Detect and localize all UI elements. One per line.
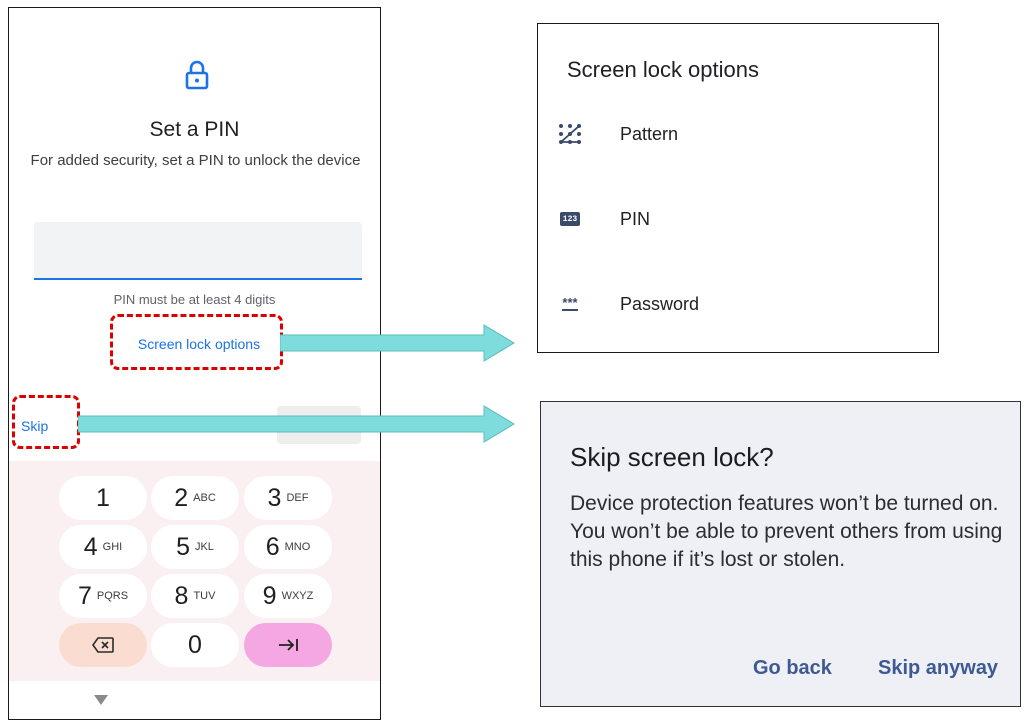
key-0[interactable]: 0 <box>151 623 239 667</box>
pin-keypad: 1 2 ABC 3 DEF 4 GHI 5 JKL 6 MNO 7 PQRS 8 TUV 9W… <box>9 461 380 681</box>
skip-screen-lock-dialog: Skip screen lock? Device protection feat… <box>540 401 1021 707</box>
lock-icon <box>185 60 209 90</box>
go-back-button[interactable]: Go back <box>753 657 832 680</box>
key-8[interactable]: 8 TUV <box>151 574 239 618</box>
page-subtitle: For added security, set a PIN to unlock … <box>30 152 361 169</box>
password-icon: *** <box>562 294 578 311</box>
key-1[interactable]: 1 <box>59 476 147 520</box>
backspace-key[interactable] <box>59 623 147 667</box>
pin-hint: PIN must be at least 4 digits <box>113 292 276 307</box>
backspace-icon <box>92 637 114 653</box>
key-4[interactable]: 4 GHI <box>59 525 147 569</box>
key-9[interactable]: 9 WXYZ <box>244 574 332 618</box>
arrow-to-skip-dialog <box>78 405 515 443</box>
screen-lock-options-panel: Screen lock options Pattern 123 PIN *** … <box>537 23 939 353</box>
enter-tab-icon <box>279 639 298 651</box>
dialog-message: Device protection features won’t be turn… <box>570 492 1003 571</box>
arrow-to-lock-options <box>280 324 515 362</box>
panel-title: Screen lock options <box>567 57 759 82</box>
dialog-title: Skip screen lock? <box>570 442 774 472</box>
key-7[interactable]: 7 PQRS <box>59 574 147 618</box>
key-3[interactable]: 3 DEF <box>244 476 332 520</box>
pattern-icon <box>556 122 584 146</box>
key-5[interactable]: 5 JKL <box>151 525 239 569</box>
key-6[interactable]: 6 MNO <box>244 525 332 569</box>
option-pin[interactable]: 123 PIN <box>556 202 650 236</box>
skip-highlight <box>12 395 80 449</box>
nav-down-icon[interactable] <box>93 694 109 706</box>
option-password[interactable]: *** Password <box>556 287 699 321</box>
skip-anyway-button[interactable]: Skip anyway <box>878 657 998 680</box>
option-pattern[interactable]: Pattern <box>556 117 678 151</box>
pin-icon: 123 <box>556 207 584 231</box>
pin-input[interactable] <box>34 222 362 280</box>
key-2[interactable]: 2 ABC <box>151 476 239 520</box>
enter-key[interactable] <box>244 623 332 667</box>
screen-lock-options-highlight <box>110 314 283 370</box>
page-title: Set a PIN <box>149 118 240 141</box>
